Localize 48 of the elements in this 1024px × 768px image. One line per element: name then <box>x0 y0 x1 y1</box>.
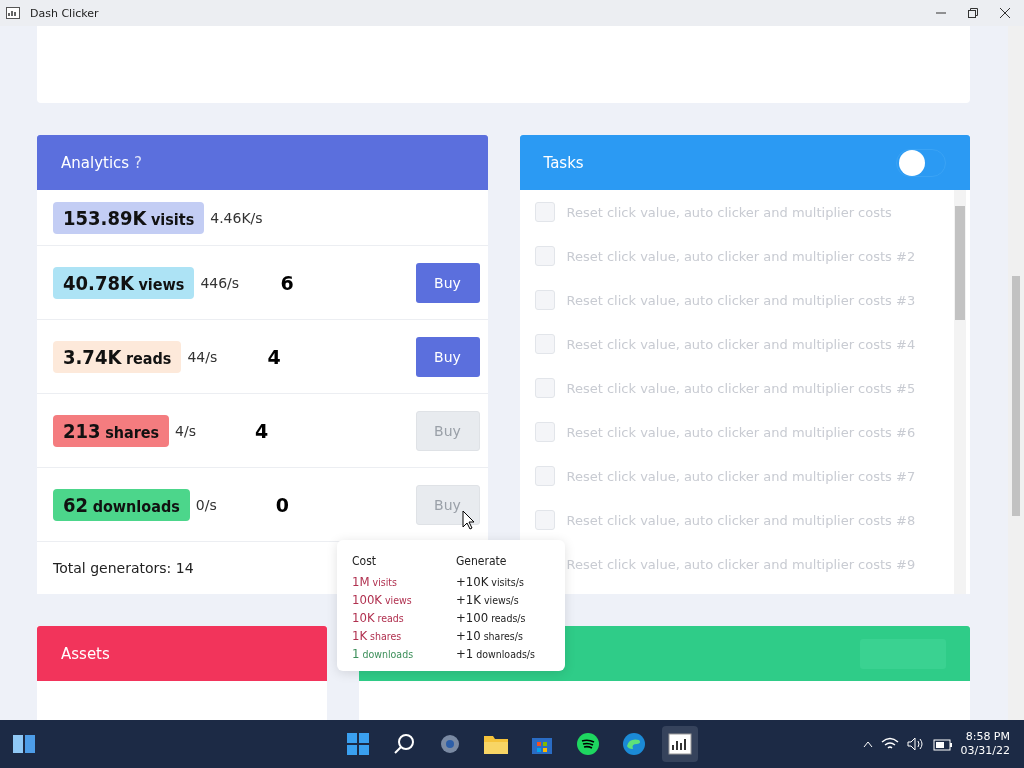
generate-text: +1K views/s <box>456 592 520 607</box>
card-title: Analytics <box>61 153 130 172</box>
page-scrollbar[interactable] <box>1008 26 1024 720</box>
resource-badge: 213 shares <box>53 414 170 447</box>
owned-count: 4 <box>267 345 282 368</box>
rate-label: 4/s <box>175 422 198 439</box>
cost-text: 1M visits <box>352 574 398 589</box>
total-generators: Total generators: 14 <box>53 560 194 576</box>
resource-badge: 62 downloads <box>53 488 190 521</box>
generate-text: +10K visits/s <box>456 574 525 589</box>
buy-button[interactable]: Buy <box>415 262 480 303</box>
resource-badge: 153.89K visits <box>53 201 205 234</box>
generate-text: +10 shares/s <box>456 628 524 643</box>
clock-date[interactable]: 03/31/22 <box>960 744 1010 758</box>
volume-icon[interactable] <box>906 737 925 751</box>
cost-text: 100K views <box>352 592 413 607</box>
chevron-up-icon[interactable] <box>862 740 873 748</box>
rate-label: 446/s <box>200 274 241 291</box>
resource-badge: 40.78K views <box>53 266 195 299</box>
owned-count: 4 <box>255 419 270 442</box>
resource-badge: 3.74K reads <box>53 340 182 373</box>
rate-label: 44/s <box>187 348 219 365</box>
restore-icon[interactable] <box>968 8 978 18</box>
tooltip-heading: Generate <box>456 554 508 568</box>
buy-button[interactable]: Buy <box>415 336 480 377</box>
app-icon <box>6 7 20 19</box>
generate-text: +100 reads/s <box>456 610 527 625</box>
rate-label: 4.46K/s <box>210 209 264 226</box>
tooltip-heading: Cost <box>352 554 377 568</box>
toggle-switch[interactable] <box>896 148 946 177</box>
card-title: Tasks <box>543 153 584 172</box>
cost-text: 1K shares <box>352 628 403 643</box>
card-title: Assets <box>61 644 110 663</box>
battery-icon[interactable] <box>932 737 953 751</box>
close-icon[interactable] <box>1000 8 1010 18</box>
app-icon[interactable] <box>662 726 698 762</box>
cost-text: 1 downloads <box>352 646 415 661</box>
owned-count: 0 <box>275 493 290 516</box>
window-title: Dash Clicker <box>30 6 99 20</box>
wifi-icon[interactable] <box>880 737 899 751</box>
cursor-icon <box>462 510 475 530</box>
owned-count: 6 <box>280 271 295 294</box>
rate-label: 0/s <box>195 496 218 513</box>
scrollbar[interactable] <box>954 190 966 594</box>
clock-time[interactable]: 8:58 PM <box>960 730 1010 744</box>
cost-text: 10K reads <box>352 610 405 625</box>
help-mark[interactable]: ? <box>133 153 142 172</box>
generate-text: +1 downloads/s <box>456 646 536 661</box>
